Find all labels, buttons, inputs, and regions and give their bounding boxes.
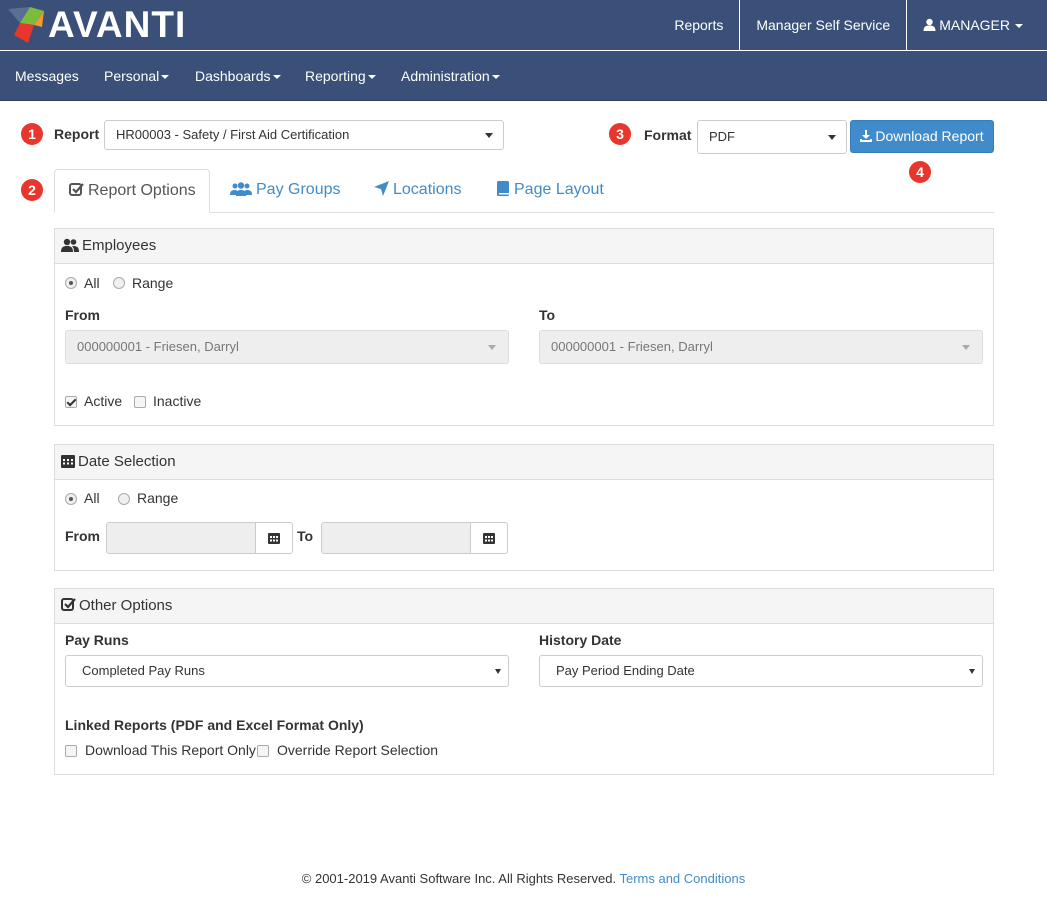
download-report-button[interactable]: Download Report <box>850 120 994 153</box>
date-radio-range[interactable] <box>118 493 130 505</box>
chevron-down-icon <box>1015 24 1023 29</box>
report-label: Report <box>54 126 100 142</box>
user-menu[interactable]: MANAGER <box>906 0 1047 50</box>
calendar-icon <box>61 455 75 468</box>
history-date-value: Pay Period Ending Date <box>556 663 695 678</box>
dropdown-arrow-icon <box>969 669 975 674</box>
step-badge-2: 2 <box>21 179 43 201</box>
employees-title: Employees <box>82 237 157 254</box>
checkbox-icon <box>61 598 76 611</box>
logo-text: AVANTI <box>48 4 187 45</box>
override-report-selection-checkbox[interactable] <box>257 745 269 757</box>
copyright-text: © 2001-2019 Avanti Software Inc. All Rig… <box>301 871 617 886</box>
book-icon <box>497 181 509 196</box>
report-select-value: HR00003 - Safety / First Aid Certificati… <box>116 127 350 142</box>
reports-link[interactable]: Reports <box>658 0 739 50</box>
active-checkbox-label: Active <box>84 393 123 409</box>
report-select[interactable]: HR00003 - Safety / First Aid Certificati… <box>104 120 504 150</box>
other-options-title: Other Options <box>79 597 173 614</box>
date-radio-all[interactable] <box>65 493 77 505</box>
date-radio-all-label: All <box>84 490 100 506</box>
chevron-down-icon <box>491 75 500 80</box>
date-radio-range-label: Range <box>137 490 179 506</box>
date-selection-panel-header: Date Selection <box>55 445 993 480</box>
step-badge-1: 1 <box>21 123 43 145</box>
download-this-report-only-checkbox[interactable] <box>65 745 77 757</box>
footer: © 2001-2019 Avanti Software Inc. All Rig… <box>0 871 1047 886</box>
date-to-input[interactable] <box>321 522 471 554</box>
format-select-value: PDF <box>709 129 735 144</box>
date-from-label: From <box>65 528 100 544</box>
employees-radio-all[interactable] <box>65 277 77 289</box>
location-arrow-icon <box>374 181 389 196</box>
history-date-label: History Date <box>539 632 622 648</box>
tab-page-layout[interactable]: Page Layout <box>497 169 604 213</box>
nav-item-messages[interactable]: Messages <box>15 51 79 101</box>
dropdown-arrow-icon <box>828 135 836 140</box>
dropdown-arrow-icon <box>962 345 970 350</box>
employees-to-select[interactable]: 000000001 - Friesen, Darryl <box>539 330 983 364</box>
format-label: Format <box>644 127 692 143</box>
step-badge-3: 3 <box>609 123 631 145</box>
top-header-bar: AVANTI Reports Manager Self Service MANA… <box>0 0 1047 50</box>
tab-pay-groups[interactable]: Pay Groups <box>230 169 340 213</box>
avanti-logo-icon <box>8 7 44 43</box>
employees-to-label: To <box>539 307 556 323</box>
inactive-checkbox[interactable] <box>134 396 146 408</box>
date-to-label: To <box>297 528 314 544</box>
employees-radio-range[interactable] <box>113 277 125 289</box>
chevron-down-icon <box>161 75 170 80</box>
users-icon <box>230 182 252 196</box>
history-date-select[interactable]: Pay Period Ending Date <box>539 655 983 687</box>
dropdown-arrow-icon <box>485 133 493 138</box>
calendar-icon <box>268 533 280 544</box>
pay-runs-label: Pay Runs <box>65 632 129 648</box>
date-selection-title: Date Selection <box>78 453 176 470</box>
download-report-label: Download Report <box>875 128 984 144</box>
nav-item-reporting[interactable]: Reporting <box>305 51 376 101</box>
manager-self-service-link[interactable]: Manager Self Service <box>739 0 906 50</box>
employees-panel-header: Employees <box>55 229 993 264</box>
employees-radio-range-label: Range <box>132 275 174 291</box>
other-options-panel-header: Other Options <box>55 589 993 624</box>
tab-locations[interactable]: Locations <box>374 169 462 213</box>
users-icon <box>61 238 79 252</box>
dropdown-arrow-icon <box>488 345 496 350</box>
date-to-calendar-button[interactable] <box>470 522 508 554</box>
main-nav-bar: Messages Personal Dashboards Reporting A… <box>0 51 1047 101</box>
terms-and-conditions-link[interactable]: Terms and Conditions <box>619 871 745 886</box>
employees-radio-all-label: All <box>84 275 100 291</box>
chevron-down-icon <box>272 75 281 80</box>
employees-to-value: 000000001 - Friesen, Darryl <box>551 339 713 354</box>
calendar-icon <box>483 533 495 544</box>
active-checkbox[interactable] <box>65 396 77 408</box>
checkbox-icon <box>69 183 84 196</box>
date-from-calendar-button[interactable] <box>255 522 293 554</box>
employees-from-value: 000000001 - Friesen, Darryl <box>77 339 239 354</box>
chevron-down-icon <box>367 75 376 80</box>
linked-reports-label: Linked Reports (PDF and Excel Format Onl… <box>65 717 364 733</box>
nav-item-administration[interactable]: Administration <box>401 51 500 101</box>
format-select[interactable]: PDF <box>697 120 847 154</box>
date-from-input[interactable] <box>106 522 256 554</box>
pay-runs-select[interactable]: Completed Pay Runs <box>65 655 509 687</box>
user-icon <box>923 18 936 31</box>
user-name: MANAGER <box>939 17 1010 33</box>
employees-from-label: From <box>65 307 100 323</box>
override-report-selection-label: Override Report Selection <box>277 742 439 758</box>
pay-runs-value: Completed Pay Runs <box>82 663 205 678</box>
avanti-logo[interactable]: AVANTI <box>6 4 186 46</box>
inactive-checkbox-label: Inactive <box>153 393 202 409</box>
step-badge-4: 4 <box>909 161 931 183</box>
download-this-report-only-label: Download This Report Only <box>85 742 256 758</box>
dropdown-arrow-icon <box>495 669 501 674</box>
nav-item-personal[interactable]: Personal <box>104 51 170 101</box>
download-icon <box>860 130 873 142</box>
nav-item-dashboards[interactable]: Dashboards <box>195 51 281 101</box>
employees-from-select[interactable]: 000000001 - Friesen, Darryl <box>65 330 509 364</box>
tab-report-options[interactable]: Report Options <box>54 169 210 213</box>
